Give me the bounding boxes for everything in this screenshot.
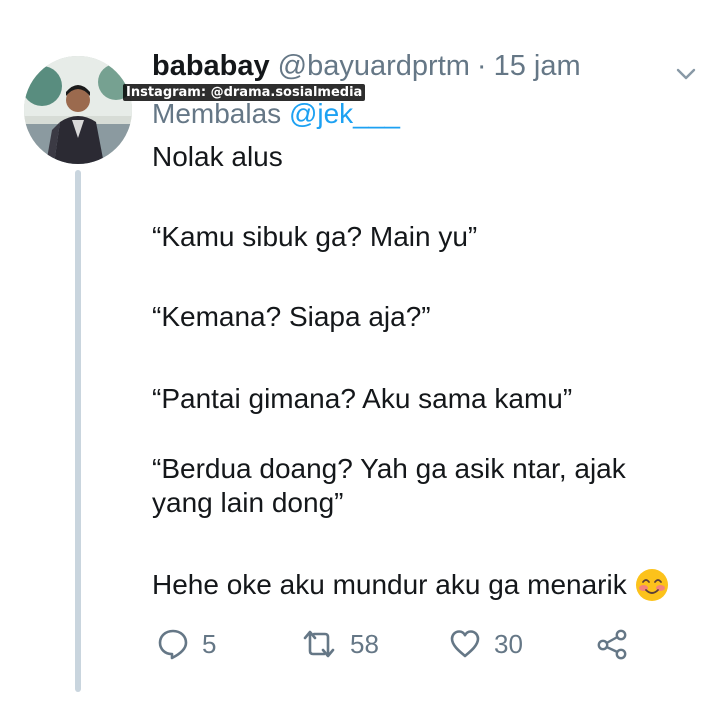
chevron-down-icon[interactable]	[674, 62, 698, 86]
retweet-count: 58	[350, 628, 379, 659]
retweet-button[interactable]: 58	[300, 624, 379, 664]
smiling-face-with-blush-icon	[635, 569, 668, 601]
like-button[interactable]: 30	[448, 624, 523, 664]
thread-connector-line	[75, 170, 81, 692]
profile-photo	[24, 56, 132, 164]
tweet-line-last: Hehe oke aku mundur aku ga menarik	[152, 568, 669, 602]
tweet-line: “Kamu sibuk ga? Main yu”	[152, 221, 478, 252]
heart-icon	[450, 630, 480, 658]
tweet-line: “Berdua doang? Yah ga asik ntar, ajak ya…	[152, 453, 626, 518]
reply-prefix: Membalas	[152, 98, 282, 129]
share-button[interactable]	[595, 624, 629, 664]
tweet-line-text: Hehe oke aku mundur aku ga menarik	[152, 569, 627, 600]
replying-to: Membalas @jek___	[152, 98, 400, 130]
separator-dot: ·	[476, 50, 487, 82]
retweet-icon	[303, 630, 335, 658]
avatar[interactable]	[24, 56, 132, 164]
reply-button[interactable]: 5	[156, 624, 216, 664]
timestamp[interactable]: 15 jam	[494, 50, 581, 83]
display-name[interactable]: bababay	[152, 50, 270, 83]
user-handle[interactable]: @bayuardprtm	[278, 50, 470, 83]
reply-icon	[158, 629, 188, 660]
tweet-line: “Pantai gimana? Aku sama kamu”	[152, 383, 573, 414]
tweet-line: “Kemana? Siapa aja?”	[152, 301, 431, 332]
tweet-line: Nolak alus	[152, 141, 283, 172]
like-count: 30	[494, 628, 523, 659]
reply-count: 5	[202, 628, 217, 659]
reply-mention-link[interactable]: @jek___	[289, 98, 400, 129]
share-icon	[597, 629, 627, 660]
